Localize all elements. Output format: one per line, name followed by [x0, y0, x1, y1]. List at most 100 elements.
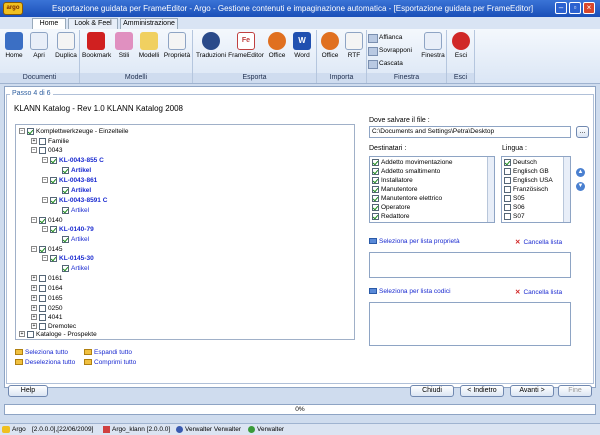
item-checkbox[interactable] — [372, 167, 379, 175]
recipients-scrollbar[interactable] — [487, 157, 494, 222]
close-icon[interactable]: × — [583, 2, 595, 14]
node-checkbox[interactable] — [62, 206, 69, 214]
list-item[interactable]: S07 — [504, 212, 525, 221]
expand-icon[interactable]: + — [31, 305, 37, 312]
list-item[interactable]: Operatore — [372, 203, 410, 212]
cascade-button[interactable]: Cascata — [367, 58, 403, 69]
list-item[interactable]: Englisch USA — [504, 176, 553, 185]
deselect-all-link[interactable]: Deseleziona tutto — [15, 359, 75, 366]
node-checkbox[interactable] — [50, 156, 57, 164]
home-button[interactable]: Home — [3, 32, 25, 59]
node-checkbox[interactable] — [62, 235, 69, 243]
tree-node[interactable]: +0164 — [31, 284, 62, 293]
rtf-button[interactable]: RTF — [343, 32, 365, 59]
item-checkbox[interactable] — [504, 167, 511, 175]
collapse-icon[interactable]: − — [31, 217, 37, 224]
collapse-icon[interactable]: − — [19, 128, 25, 135]
move-up-icon[interactable]: ▲ — [576, 168, 585, 177]
tree-node[interactable]: +4041 — [31, 313, 62, 322]
item-checkbox[interactable] — [372, 194, 379, 202]
list-item[interactable]: Französisch — [504, 185, 548, 194]
node-checkbox[interactable] — [62, 264, 69, 272]
collapse-all-link[interactable]: Comprimi tutto — [84, 359, 136, 366]
list-item[interactable]: Manutentore — [372, 185, 418, 194]
tree-node[interactable]: +0250 — [31, 304, 62, 313]
list-item[interactable]: Installatore — [372, 176, 413, 185]
maximize-icon[interactable]: ▫ — [569, 2, 581, 14]
tree-node[interactable]: −0043 — [31, 146, 62, 155]
export-office-button[interactable]: Office — [266, 32, 288, 59]
models-button[interactable]: Modelli — [137, 32, 161, 59]
node-checkbox[interactable] — [39, 322, 46, 330]
tree-view[interactable]: − Komplettwerkzeuge - Einzelteile + Famili… — [15, 124, 355, 340]
expand-icon[interactable]: + — [31, 285, 37, 292]
item-checkbox[interactable] — [504, 185, 511, 193]
node-checkbox[interactable] — [39, 245, 46, 253]
list-item[interactable]: Addetto smaltimento — [372, 167, 440, 176]
item-checkbox[interactable] — [504, 176, 511, 184]
tree-node[interactable]: Artikel — [62, 235, 89, 244]
tree-node[interactable]: Artikel — [62, 166, 91, 175]
open-button[interactable]: Apri — [28, 32, 50, 59]
browse-button[interactable]: ... — [576, 126, 589, 138]
tree-node[interactable]: −0140 — [31, 216, 62, 225]
help-button[interactable]: Help — [8, 385, 48, 397]
node-checkbox[interactable] — [39, 146, 46, 154]
list-item[interactable]: Deutsch — [504, 158, 537, 167]
properties-button[interactable]: Proprietà — [163, 32, 191, 59]
window-button[interactable]: Finestra — [420, 32, 446, 59]
collapse-icon[interactable]: − — [31, 246, 37, 253]
word-button[interactable]: W Word — [290, 32, 314, 59]
property-list-box[interactable] — [369, 252, 571, 278]
overlap-button[interactable]: Sovrapponi — [367, 45, 412, 56]
list-item[interactable]: S05 — [504, 194, 525, 203]
tile-button[interactable]: Affianca — [367, 32, 402, 43]
codes-list-box[interactable] — [369, 302, 571, 346]
node-checkbox[interactable] — [62, 166, 69, 174]
collapse-icon[interactable]: − — [42, 226, 48, 233]
tree-node[interactable]: − KL-0145-30 — [42, 254, 94, 263]
collapse-icon[interactable]: − — [42, 177, 48, 184]
tree-node[interactable]: Artikel — [62, 186, 91, 195]
recipients-list[interactable]: Addetto movimentazione Addetto smaltimen… — [369, 156, 495, 223]
next-button[interactable]: Avanti > — [510, 385, 554, 397]
node-checkbox[interactable] — [39, 284, 46, 292]
item-checkbox[interactable] — [372, 185, 379, 193]
collapse-icon[interactable]: − — [42, 157, 48, 164]
cancel-codes-list-link[interactable]: ✕ Cancella lista — [515, 288, 562, 296]
tree-node[interactable]: − KL-0043-8591 C — [42, 196, 107, 205]
tree-node[interactable]: − KL-0140-79 — [42, 225, 94, 234]
node-checkbox[interactable] — [39, 294, 46, 302]
tree-node[interactable]: +0161 — [31, 274, 62, 283]
node-checkbox[interactable] — [50, 254, 57, 262]
tree-node[interactable]: − Komplettwerkzeuge - Einzelteile — [19, 127, 129, 136]
import-office-button[interactable]: Office — [319, 32, 341, 59]
expand-icon[interactable]: + — [31, 295, 37, 302]
tree-node[interactable]: −0145 — [31, 245, 62, 254]
frameeditor-button[interactable]: Fe FrameEditor — [228, 32, 264, 59]
move-down-icon[interactable]: ▼ — [576, 182, 585, 191]
expand-all-link[interactable]: Espandi tutto — [84, 349, 132, 356]
close-button[interactable]: Chiudi — [410, 385, 454, 397]
node-checkbox[interactable] — [39, 274, 46, 282]
back-button[interactable]: < Indietro — [460, 385, 504, 397]
collapse-icon[interactable]: − — [31, 147, 37, 154]
tree-node[interactable]: − KL-0043-861 — [42, 176, 97, 185]
save-path-input[interactable]: C:\Documents and Settings\Petra\Desktop — [369, 126, 571, 138]
select-all-link[interactable]: Seleziona tutto — [15, 349, 68, 356]
bookmark-button[interactable]: Bookmark — [82, 32, 111, 59]
list-item[interactable]: Addetto movimentazione — [372, 158, 453, 167]
duplicate-button[interactable]: Duplica — [53, 32, 79, 59]
expand-icon[interactable]: + — [31, 275, 37, 282]
list-item[interactable]: Redattore — [372, 212, 410, 221]
item-checkbox[interactable] — [372, 212, 379, 220]
minimize-icon[interactable]: – — [555, 2, 567, 14]
item-checkbox[interactable] — [372, 158, 379, 166]
tree-node[interactable]: Artikel — [62, 206, 89, 215]
item-checkbox[interactable] — [372, 203, 379, 211]
tree-node[interactable]: Artikel — [62, 264, 89, 273]
node-checkbox[interactable] — [50, 225, 57, 233]
node-checkbox[interactable] — [50, 176, 57, 184]
node-checkbox[interactable] — [39, 304, 46, 312]
select-by-property-link[interactable]: Seleziona per lista proprietà — [369, 238, 460, 245]
